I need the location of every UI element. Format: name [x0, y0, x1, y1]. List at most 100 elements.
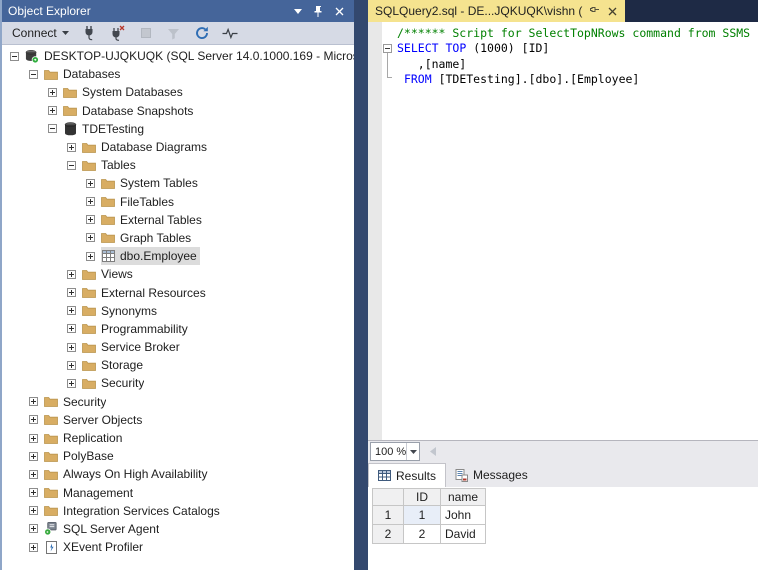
expand-icon[interactable]: [29, 470, 38, 479]
server-icon: [25, 49, 39, 63]
activity-monitor-icon[interactable]: [221, 24, 239, 43]
collapse-region-icon[interactable]: [383, 44, 392, 53]
tree-item-management[interactable]: Management: [2, 484, 354, 502]
tree-item-service-broker[interactable]: Service Broker: [2, 338, 354, 356]
expand-icon[interactable]: [67, 324, 76, 333]
stop-icon[interactable]: [137, 24, 155, 43]
grid-cell[interactable]: John: [441, 506, 486, 525]
hscroll-left-arrow-icon[interactable]: [426, 444, 440, 459]
tree-item-xevent-profiler[interactable]: XEvent Profiler: [2, 538, 354, 556]
collapse-icon[interactable]: [10, 52, 19, 61]
filter-icon[interactable]: [165, 24, 183, 43]
grid-column-header[interactable]: name: [441, 489, 486, 506]
panel-splitter[interactable]: [354, 0, 368, 570]
grid-row-header[interactable]: 2: [373, 525, 404, 544]
tree-item-database-snapshots[interactable]: Database Snapshots: [2, 102, 354, 120]
grid-column-header[interactable]: [373, 489, 404, 506]
tree-item-filetables[interactable]: FileTables: [2, 193, 354, 211]
grid-cell[interactable]: 2: [404, 525, 441, 544]
expand-icon[interactable]: [29, 524, 38, 533]
collapse-icon[interactable]: [67, 161, 76, 170]
tree-item-security[interactable]: Security: [2, 393, 354, 411]
tree-item-always-on-high-availability[interactable]: Always On High Availability: [2, 465, 354, 483]
expand-icon[interactable]: [67, 379, 76, 388]
tree-item-server-objects[interactable]: Server Objects: [2, 411, 354, 429]
grid-column-header[interactable]: ID: [404, 489, 441, 506]
tree-item-security[interactable]: Security: [2, 374, 354, 392]
pin-icon[interactable]: [587, 4, 601, 18]
tree-item-graph-tables[interactable]: Graph Tables: [2, 229, 354, 247]
expand-icon[interactable]: [67, 306, 76, 315]
tree-item-database-diagrams[interactable]: Database Diagrams: [2, 138, 354, 156]
expand-icon[interactable]: [29, 506, 38, 515]
results-grid: IDname11John22David: [372, 488, 486, 544]
tree-item-label: Synonyms: [101, 304, 157, 318]
tree-item-dbo-employee[interactable]: dbo.Employee: [2, 247, 354, 265]
tree-item-label: Views: [101, 267, 133, 281]
folder-icon: [82, 304, 96, 318]
tree-item-system-tables[interactable]: System Tables: [2, 174, 354, 192]
expand-icon[interactable]: [67, 270, 76, 279]
expand-icon[interactable]: [29, 488, 38, 497]
zoom-level-combobox[interactable]: 100 %: [370, 442, 420, 461]
tree-item-external-resources[interactable]: External Resources: [2, 283, 354, 301]
tree-item-external-tables[interactable]: External Tables: [2, 211, 354, 229]
expand-icon[interactable]: [29, 543, 38, 552]
query-document-tab[interactable]: SQLQuery2.sql - DE...JQKUQK\vishn (60)): [368, 0, 625, 22]
connect-button[interactable]: Connect: [10, 24, 71, 43]
tree-item-tables[interactable]: Tables: [2, 156, 354, 174]
grid-cell[interactable]: 1: [404, 506, 441, 525]
expand-icon[interactable]: [67, 343, 76, 352]
expand-icon[interactable]: [86, 179, 95, 188]
expand-icon[interactable]: [67, 288, 76, 297]
connect-plug-icon[interactable]: [81, 24, 99, 43]
tree-item-polybase[interactable]: PolyBase: [2, 447, 354, 465]
tree-item-system-databases[interactable]: System Databases: [2, 83, 354, 101]
expand-icon[interactable]: [29, 415, 38, 424]
close-icon[interactable]: [605, 4, 619, 18]
tab-results[interactable]: Results: [368, 463, 446, 487]
collapse-icon[interactable]: [29, 70, 38, 79]
expand-icon[interactable]: [86, 197, 95, 206]
chevron-down-icon[interactable]: [406, 443, 419, 460]
expand-icon[interactable]: [67, 143, 76, 152]
tree-item-synonyms[interactable]: Synonyms: [2, 302, 354, 320]
expand-icon[interactable]: [29, 452, 38, 461]
close-icon[interactable]: [335, 7, 344, 16]
sql-code-editor[interactable]: /****** Script for SelectTopNRows comman…: [368, 22, 758, 440]
folder-icon: [63, 104, 77, 118]
expand-icon[interactable]: [67, 361, 76, 370]
expand-icon[interactable]: [48, 88, 57, 97]
expand-icon[interactable]: [29, 434, 38, 443]
folder-icon: [44, 486, 58, 500]
tree-item-replication[interactable]: Replication: [2, 429, 354, 447]
tree-item-label: Security: [101, 376, 144, 390]
tree-item-databases[interactable]: Databases: [2, 65, 354, 83]
disconnect-plug-icon[interactable]: [109, 24, 127, 43]
refresh-icon[interactable]: [193, 24, 211, 43]
tree-item-programmability[interactable]: Programmability: [2, 320, 354, 338]
object-tree: DESKTOP-UJQKUQK (SQL Server 14.0.1000.16…: [2, 45, 354, 570]
expand-icon[interactable]: [86, 252, 95, 261]
object-explorer-titlebar[interactable]: Object Explorer: [2, 0, 354, 22]
tree-item-tdetesting[interactable]: TDETesting: [2, 120, 354, 138]
grid-cell[interactable]: David: [441, 525, 486, 544]
folder-icon: [101, 213, 115, 227]
tree-item-label: Integration Services Catalogs: [63, 504, 220, 518]
expand-icon[interactable]: [48, 106, 57, 115]
tree-item-storage[interactable]: Storage: [2, 356, 354, 374]
collapse-icon[interactable]: [48, 124, 57, 133]
window-position-chevron-icon[interactable]: [294, 9, 302, 14]
grid-row-header[interactable]: 1: [373, 506, 404, 525]
expand-icon[interactable]: [86, 215, 95, 224]
tree-item-sql-server-agent[interactable]: SQL Server Agent: [2, 520, 354, 538]
tree-item-label: XEvent Profiler: [63, 540, 143, 554]
tab-messages[interactable]: Messages: [446, 463, 537, 487]
tree-item-integration-services-catalogs[interactable]: Integration Services Catalogs: [2, 502, 354, 520]
tree-item-views[interactable]: Views: [2, 265, 354, 283]
tree-item-desktop-ujqkuqk-sql-server-14-0-1000-169[interactable]: DESKTOP-UJQKUQK (SQL Server 14.0.1000.16…: [2, 47, 354, 65]
code-line: FROM [TDETesting].[dbo].[Employee]: [397, 72, 758, 87]
pin-icon[interactable]: [314, 5, 323, 17]
expand-icon[interactable]: [29, 397, 38, 406]
expand-icon[interactable]: [86, 233, 95, 242]
